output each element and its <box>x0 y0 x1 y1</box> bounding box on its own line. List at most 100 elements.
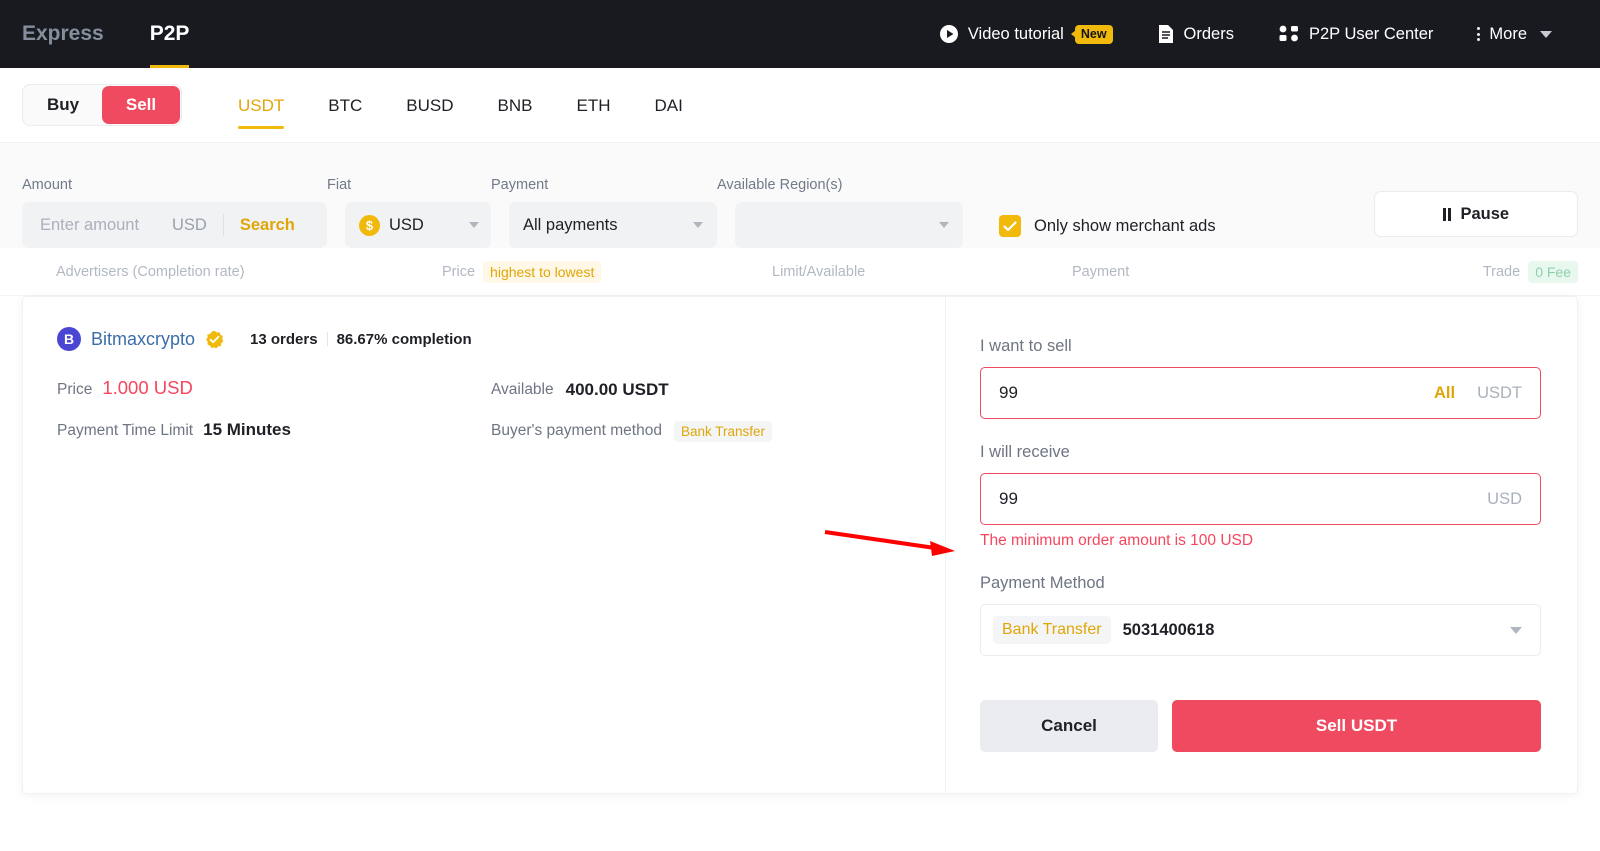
p2p-user-center-link[interactable]: P2P User Center <box>1256 24 1455 44</box>
zero-fee-tag: 0 Fee <box>1528 260 1578 283</box>
new-badge: New <box>1074 24 1113 44</box>
price-value: 1.000 USD <box>102 377 193 398</box>
buy-sell-toggle: Buy Sell <box>22 84 182 126</box>
sell-amount-input[interactable] <box>999 383 1434 403</box>
time-limit-label: Payment Time Limit <box>57 422 194 439</box>
coin-tab-eth[interactable]: ETH <box>554 68 632 143</box>
verified-badge-icon <box>205 330 224 349</box>
top-nav-tabs: Express P2P <box>0 0 189 68</box>
table-column-headers: Advertisers (Completion rate) Price high… <box>0 248 1600 296</box>
minimum-order-error: The minimum order amount is 100 USD <box>980 532 1254 549</box>
offer-details: B Bitmaxcrypto 13 orders 86.67% completi… <box>23 297 946 793</box>
coin-tabs: USDT BTC BUSD BNB ETH DAI <box>216 68 705 143</box>
coin-tab-bnb[interactable]: BNB <box>476 68 555 143</box>
column-trade-label: Trade <box>1482 263 1521 280</box>
advertiser-stats: 13 orders 86.67% completion <box>250 331 472 348</box>
amount-label: Amount <box>22 177 72 193</box>
fiat-label: Fiat <box>327 177 352 193</box>
merchant-ads-checkbox[interactable]: Only show merchant ads <box>999 215 1216 237</box>
form-actions: Cancel Sell USDT <box>980 700 1541 752</box>
sell-form: I want to sell All USDT I will receive U… <box>946 297 1577 793</box>
payment-label: Payment <box>491 177 549 193</box>
play-circle-icon <box>939 24 959 44</box>
coin-tab-busd[interactable]: BUSD <box>384 68 475 143</box>
completion-rate: 86.67% completion <box>336 330 472 348</box>
cancel-button[interactable]: Cancel <box>980 700 1158 752</box>
sell-unit-label: USDT <box>1477 383 1522 402</box>
more-menu[interactable]: More <box>1455 25 1574 44</box>
pause-button[interactable]: Pause <box>1374 191 1578 237</box>
sell-usdt-button[interactable]: Sell USDT <box>1172 700 1541 752</box>
offer-row-payment: Payment Time Limit 15 Minutes Buyer's pa… <box>57 420 945 442</box>
payment-method-select[interactable]: Bank Transfer 5031400618 <box>980 604 1541 656</box>
offer-row-price: Price 1.000 USD Available 400.00 USDT <box>57 377 945 400</box>
orders-label: Orders <box>1183 24 1234 43</box>
payment-value: All payments <box>523 215 618 234</box>
sub-navigation-bar: Buy Sell USDT BTC BUSD BNB ETH DAI <box>0 68 1600 143</box>
pause-label: Pause <box>1460 204 1510 223</box>
payment-select[interactable]: All payments <box>509 202 717 248</box>
checkbox-checked-icon <box>999 215 1021 237</box>
payment-method-tag: Bank Transfer <box>993 616 1111 644</box>
fiat-filter: Fiat $ USD <box>327 177 491 248</box>
amount-control: USD Search <box>22 202 327 248</box>
column-payment: Payment <box>1072 263 1130 280</box>
buyer-payment-cell: Buyer's payment method Bank Transfer <box>491 420 773 442</box>
buy-button[interactable]: Buy <box>24 86 102 124</box>
receive-amount-field: USD <box>980 473 1541 525</box>
nav-tab-express[interactable]: Express <box>22 0 104 68</box>
region-select[interactable] <box>735 202 963 248</box>
coin-tab-dai[interactable]: DAI <box>632 68 704 143</box>
avatar: B <box>57 327 81 351</box>
top-nav-actions: Video tutorial New Orders P2P User Cente… <box>917 24 1600 44</box>
sell-amount-field: All USDT <box>980 367 1541 419</box>
search-input[interactable] <box>22 215 172 235</box>
coin-tab-btc[interactable]: BTC <box>306 68 384 143</box>
search-button[interactable]: Search <box>240 216 295 235</box>
document-icon <box>1157 24 1175 44</box>
video-tutorial-label: Video tutorial <box>967 24 1064 43</box>
offer-panel: B Bitmaxcrypto 13 orders 86.67% completi… <box>22 296 1578 794</box>
available-value: 400.00 USDT <box>565 380 669 399</box>
receive-amount-input[interactable] <box>999 489 1488 509</box>
kebab-icon <box>1477 27 1481 41</box>
amount-currency-label: USD <box>172 215 207 234</box>
price-sort-tag[interactable]: highest to lowest <box>483 260 602 283</box>
divider <box>222 214 224 236</box>
fiat-select[interactable]: $ USD <box>345 202 491 248</box>
column-advertisers: Advertisers (Completion rate) <box>56 263 245 280</box>
more-label: More <box>1489 24 1527 43</box>
coin-tab-usdt[interactable]: USDT <box>216 68 306 143</box>
sell-button[interactable]: Sell <box>102 86 180 124</box>
p2p-user-center-label: P2P User Center <box>1308 24 1434 43</box>
dollar-coin-icon: $ <box>359 214 380 236</box>
video-tutorial-link[interactable]: Video tutorial New <box>917 24 1135 44</box>
orders-link[interactable]: Orders <box>1135 24 1256 44</box>
pause-icon <box>1442 207 1452 221</box>
price-label: Price <box>57 381 93 398</box>
column-limit-available: Limit/Available <box>772 263 866 280</box>
chevron-down-icon <box>469 222 479 228</box>
all-button[interactable]: All <box>1434 384 1455 403</box>
advertiser-name[interactable]: Bitmaxcrypto <box>91 329 195 350</box>
chevron-down-icon <box>693 222 703 228</box>
nav-tab-p2p[interactable]: P2P <box>149 0 189 68</box>
receive-unit-label: USD <box>1487 489 1522 508</box>
price-cell: Price 1.000 USD <box>57 377 491 399</box>
receive-amount-label: I will receive <box>980 443 1070 461</box>
fiat-value: USD <box>389 215 424 234</box>
region-filter: Available Region(s) <box>717 177 963 248</box>
payment-method-number: 5031400618 <box>1122 620 1215 639</box>
available-label: Available <box>491 381 554 398</box>
buyer-payment-label: Buyer's payment method <box>491 422 662 439</box>
available-cell: Available 400.00 USDT <box>491 380 669 400</box>
payment-filter: Payment All payments <box>491 177 717 248</box>
column-trade: Trade 0 Fee <box>1482 260 1578 283</box>
content-area: B Bitmaxcrypto 13 orders 86.67% completi… <box>0 296 1600 827</box>
buyer-payment-tag: Bank Transfer <box>673 420 773 442</box>
chevron-down-icon <box>1540 30 1552 38</box>
column-price-label: Price <box>442 263 476 280</box>
top-navigation-bar: Express P2P Video tutorial New Orders P2… <box>0 0 1600 68</box>
users-icon <box>1278 24 1300 44</box>
merchant-ads-label: Only show merchant ads <box>1034 216 1216 235</box>
